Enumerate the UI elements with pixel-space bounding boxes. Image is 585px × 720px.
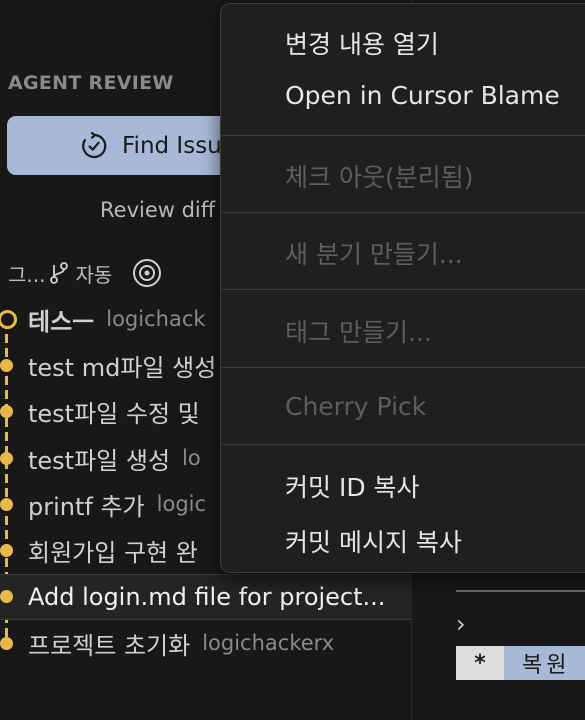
menu-item-cherry-pick: Cherry Pick bbox=[285, 392, 427, 421]
commit-dot bbox=[0, 636, 13, 650]
find-issues-label: Find Issu bbox=[122, 132, 222, 159]
menu-separator bbox=[221, 367, 585, 368]
target-button[interactable] bbox=[132, 258, 162, 288]
commit-context-menu: 변경 내용 열기 Open in Cursor Blame 체크 아웃(분리됨)… bbox=[220, 3, 585, 573]
commit-author: logichackerx bbox=[202, 631, 335, 656]
branch-prefix: 그... bbox=[8, 262, 46, 287]
commit-message: printf 추가 bbox=[28, 492, 145, 521]
git-branch-icon bbox=[50, 262, 69, 284]
commit-message: test md파일 생성 bbox=[28, 353, 217, 382]
commit-author: logichack bbox=[106, 307, 206, 332]
commit-dot bbox=[0, 358, 13, 372]
restore-button[interactable]: * 복원 bbox=[456, 646, 585, 680]
restore-star: * bbox=[456, 646, 504, 680]
menu-separator bbox=[221, 212, 585, 213]
chevron-right-icon[interactable]: › bbox=[456, 610, 466, 638]
menu-item-copy-commit-id[interactable]: 커밋 ID 복사 bbox=[285, 468, 420, 504]
menu-item-open-in-cursor-blame[interactable]: Open in Cursor Blame bbox=[285, 81, 560, 110]
menu-separator bbox=[221, 135, 585, 136]
commit-message: test파일 수정 및 bbox=[28, 400, 200, 429]
menu-separator bbox=[221, 444, 585, 445]
commit-row-selected[interactable]: Add login.md file for project... bbox=[0, 573, 412, 621]
commit-dot bbox=[0, 590, 13, 604]
restore-label: 복원 bbox=[522, 653, 571, 678]
commit-author: lo bbox=[182, 446, 201, 471]
divider-line bbox=[456, 590, 585, 592]
graph-toolbar: 그... 자동 bbox=[8, 255, 162, 291]
menu-item-checkout-detached: 체크 아웃(분리됨) bbox=[285, 163, 474, 192]
commit-dot bbox=[0, 497, 13, 511]
commit-row[interactable]: 프로젝트 초기화 logichackerx bbox=[0, 620, 412, 666]
menu-item-create-branch: 새 분기 만들기... bbox=[285, 240, 463, 269]
commit-dot bbox=[0, 544, 13, 558]
menu-separator bbox=[221, 289, 585, 290]
menu-item-create-tag: 태그 만들기... bbox=[285, 318, 432, 347]
commit-dot bbox=[0, 451, 13, 465]
commit-message: 테스ㅡ bbox=[28, 307, 95, 336]
target-icon bbox=[133, 259, 162, 287]
commit-message: test파일 생성 bbox=[28, 446, 171, 475]
commit-message: 회원가입 구현 완 bbox=[28, 539, 198, 568]
review-diff-text: Review diff bbox=[100, 198, 216, 222]
menu-item-copy-commit-message[interactable]: 커밋 메시지 복사 bbox=[285, 523, 462, 559]
commit-dot bbox=[0, 405, 13, 419]
commit-author: logic bbox=[156, 492, 207, 517]
refresh-check-icon bbox=[82, 131, 107, 158]
commit-message: Add login.md file for project... bbox=[28, 582, 386, 611]
head-commit-dot bbox=[0, 309, 17, 329]
menu-item-open-changes[interactable]: 변경 내용 열기 bbox=[285, 25, 439, 61]
auto-branch-selector[interactable]: 자동 bbox=[49, 259, 112, 288]
commit-message: 프로젝트 초기화 bbox=[28, 631, 191, 660]
section-title: AGENT REVIEW bbox=[8, 72, 174, 94]
auto-label: 자동 bbox=[75, 262, 113, 287]
